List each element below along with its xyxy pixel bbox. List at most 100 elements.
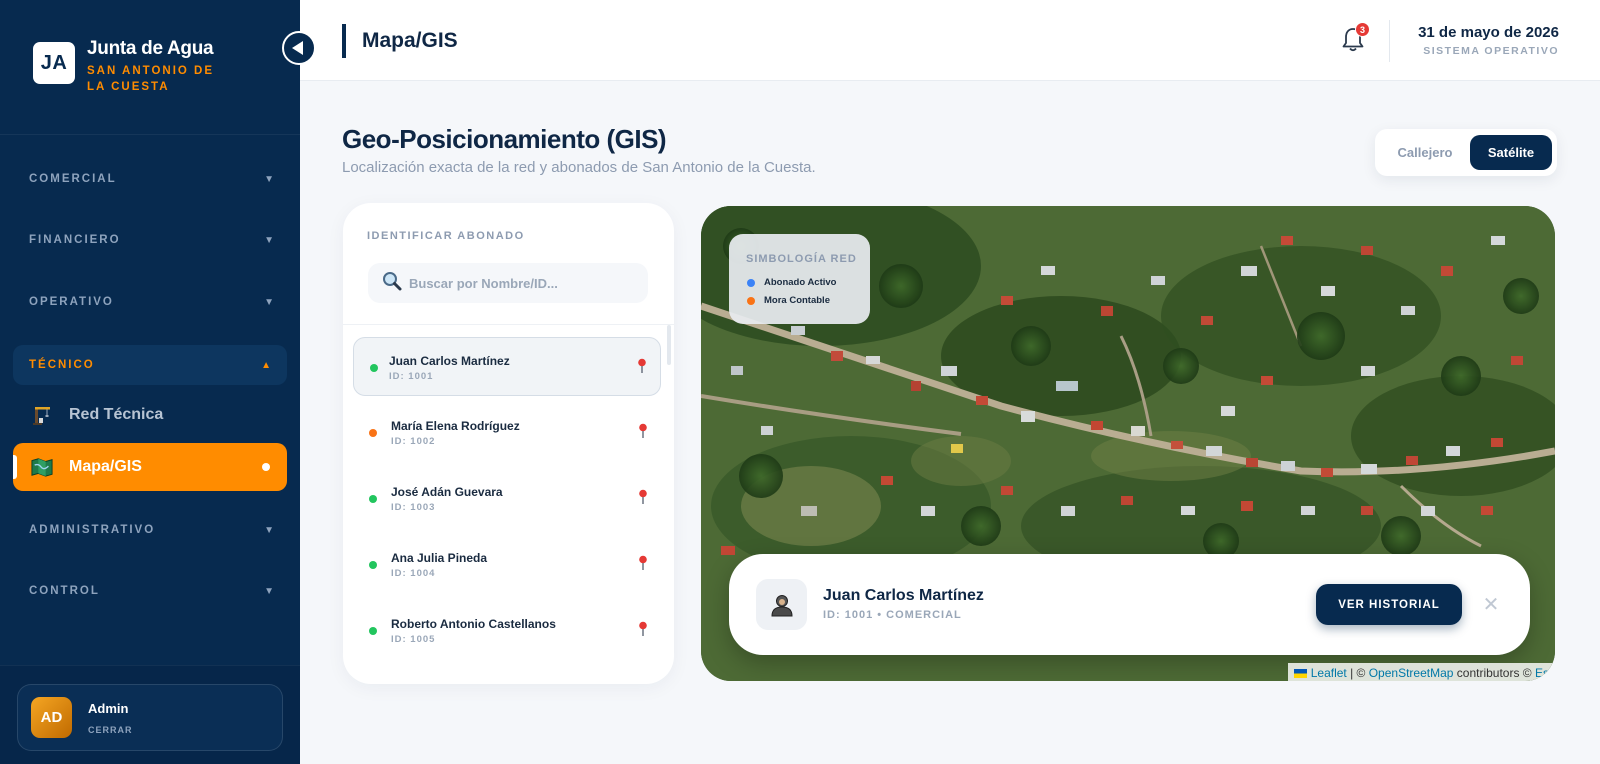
subscriber-name: Ana Julia Pineda [391, 551, 488, 565]
status-dot-active [369, 561, 377, 569]
nav-section-comercial[interactable]: COMERCIAL ▼ [29, 173, 274, 185]
chevron-left-icon [292, 41, 303, 55]
subscriber-row[interactable]: Ana Julia Pineda ID: 1004 [353, 535, 661, 594]
subscriber-id: ID: 1001 [389, 371, 434, 382]
active-indicator [262, 463, 270, 471]
chevron-down-icon: ▼ [264, 234, 274, 246]
nav-section-label: ADMINISTRATIVO [29, 524, 156, 536]
pin-icon[interactable] [638, 555, 648, 571]
status-dot-active [369, 495, 377, 503]
nav-section-operativo[interactable]: OPERATIVO ▼ [29, 296, 274, 308]
search-box [368, 263, 648, 303]
brand[interactable]: JA Junta de Agua SAN ANTONIO DE LA CUEST… [33, 38, 237, 95]
subscriber-name: Roberto Antonio Castellanos [391, 617, 556, 631]
brand-logo: JA [33, 42, 75, 84]
pin-icon[interactable] [638, 489, 648, 505]
sidebar-divider [0, 134, 300, 135]
section-subtitle: Localización exacta de la red y abonados… [342, 159, 816, 176]
date-display: 31 de mayo de 2026 SISTEMA OPERATIVO [1418, 24, 1559, 57]
subscriber-id: ID: 1003 [391, 502, 436, 513]
legend-item-active: Abonado Activo [747, 277, 836, 288]
nav-section-label: CONTROL [29, 585, 100, 597]
subscriber-panel: IDENTIFICAR ABONADO Juan Carlos Martínez… [343, 203, 674, 684]
chevron-down-icon: ▼ [264, 173, 274, 185]
attribution-contributors: contributors © [1453, 666, 1535, 680]
logout-link[interactable]: CERRAR [88, 725, 133, 735]
nav-section-administrativo[interactable]: ADMINISTRATIVO ▼ [29, 524, 274, 536]
nav-section-label: COMERCIAL [29, 173, 117, 185]
nav-section-tecnico[interactable]: TÉCNICO ▲ [13, 345, 287, 385]
legend-label: Abonado Activo [764, 277, 837, 288]
subscriber-row[interactable]: Juan Carlos Martínez ID: 1001 [353, 337, 661, 396]
sidebar-item-mapa-gis[interactable]: Mapa/GIS [13, 443, 287, 491]
subscriber-row[interactable]: José Adán Guevara ID: 1003 [353, 469, 661, 528]
status-dot-active [370, 364, 378, 372]
avatar: AD [31, 697, 72, 738]
header-divider [1389, 20, 1390, 62]
subscriber-row[interactable]: Roberto Antonio Castellanos ID: 1005 [353, 601, 661, 660]
nav-section-financiero[interactable]: FINANCIERO ▼ [29, 234, 274, 246]
legend-title: SIMBOLOGÍA RED [746, 253, 857, 265]
brand-subtitle: SAN ANTONIO DE LA CUESTA [87, 65, 215, 93]
subscriber-info-card: Juan Carlos Martínez ID: 1001 • COMERCIA… [729, 554, 1530, 655]
legend-dot [747, 296, 755, 305]
legend-item-mora: Mora Contable [747, 295, 830, 306]
sidebar-item-label: Mapa/GIS [69, 458, 142, 475]
section-title: Geo-Posicionamiento (GIS) [342, 124, 667, 154]
map-view-toggle: Callejero Satélite [1375, 129, 1557, 176]
status-dot-active [369, 627, 377, 635]
scrollbar[interactable] [667, 325, 671, 365]
pin-icon[interactable] [638, 423, 648, 439]
chevron-down-icon: ▼ [264, 296, 274, 308]
toggle-callejero[interactable]: Callejero [1387, 135, 1463, 170]
collapse-sidebar-button[interactable] [282, 31, 316, 65]
map-legend: SIMBOLOGÍA RED Abonado Activo Mora Conta… [729, 234, 870, 324]
attribution-separator: | © [1346, 666, 1369, 680]
panel-divider [343, 324, 674, 325]
subscriber-id: ID: 1002 [391, 436, 436, 447]
subscriber-name: María Elena Rodríguez [391, 419, 520, 433]
sidebar: JA Junta de Agua SAN ANTONIO DE LA CUEST… [0, 0, 300, 764]
subscriber-name: José Adán Guevara [391, 485, 503, 499]
sidebar-item-label: Red Técnica [69, 406, 164, 423]
subscriber-row[interactable]: María Elena Rodríguez ID: 1002 [353, 403, 661, 462]
toggle-satelite[interactable]: Satélite [1470, 135, 1552, 170]
close-icon[interactable]: ✕ [1479, 592, 1503, 616]
user-name: Admin [88, 700, 129, 716]
panel-label: IDENTIFICAR ABONADO [367, 230, 525, 242]
pin-icon[interactable] [638, 621, 648, 637]
nav-section-label: TÉCNICO [29, 359, 95, 371]
subscriber-name: Juan Carlos Martínez [389, 354, 510, 368]
search-input[interactable] [409, 275, 639, 291]
user-avatar-icon [756, 579, 807, 630]
ver-historial-button[interactable]: VER HISTORIAL [1316, 584, 1462, 625]
chevron-down-icon: ▼ [264, 585, 274, 597]
info-card-meta: ID: 1001 • COMERCIAL [823, 609, 962, 621]
leaflet-link[interactable]: Leaflet [1311, 666, 1347, 680]
subscriber-id: ID: 1004 [391, 568, 436, 579]
nav-section-label: OPERATIVO [29, 296, 114, 308]
sidebar-footer: AD Admin CERRAR [0, 665, 300, 764]
chevron-up-icon: ▲ [261, 359, 271, 371]
status-dot-mora [369, 429, 377, 437]
system-status: SISTEMA OPERATIVO [1423, 45, 1559, 57]
brand-name: Junta de Agua [87, 38, 214, 59]
current-date: 31 de mayo de 2026 [1418, 24, 1559, 41]
satellite-map[interactable]: SIMBOLOGÍA RED Abonado Activo Mora Conta… [701, 206, 1555, 681]
page-title: Mapa/GIS [342, 24, 458, 58]
user-card[interactable]: AD Admin CERRAR [17, 684, 283, 751]
sidebar-item-red-tecnica[interactable]: Red Técnica [13, 391, 287, 439]
pin-icon[interactable] [637, 358, 647, 374]
legend-dot [747, 278, 755, 287]
map-attribution: Leaflet | © OpenStreetMap contributors ©… [1287, 663, 1555, 681]
search-icon [381, 270, 403, 297]
esri-link[interactable]: Es [1535, 666, 1549, 680]
osm-link[interactable]: OpenStreetMap [1369, 666, 1454, 680]
info-card-name: Juan Carlos Martínez [823, 587, 984, 604]
notification-badge: 3 [1355, 22, 1370, 37]
nav-section-control[interactable]: CONTROL ▼ [29, 585, 274, 597]
ukraine-flag-icon [1293, 668, 1307, 678]
subscriber-id: ID: 1005 [391, 634, 436, 645]
legend-label: Mora Contable [764, 295, 830, 306]
nav-section-label: FINANCIERO [29, 234, 121, 246]
